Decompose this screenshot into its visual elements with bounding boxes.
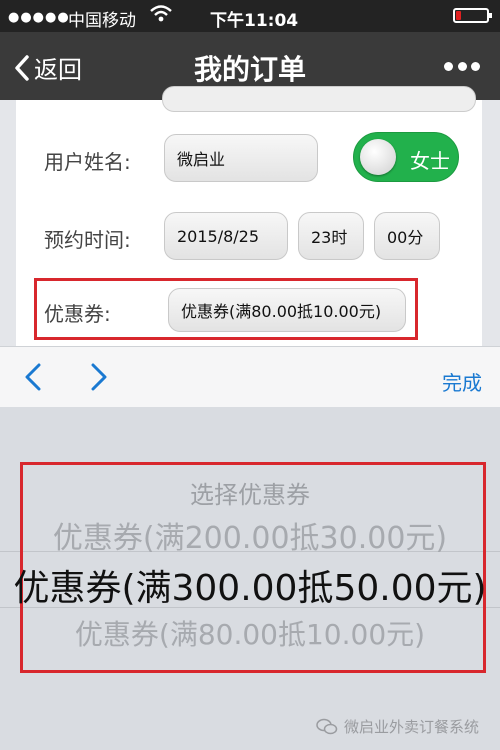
carrier-name: 中国移动 [68, 11, 136, 31]
hour-select[interactable]: 23时 [298, 212, 364, 260]
coupon-picker[interactable]: 选择优惠券 优惠券(满200.00抵30.00元) 优惠券(满300.00抵50… [0, 407, 500, 750]
status-bar: ●●●●● 中国移动 下午11:04 [0, 0, 500, 32]
done-button[interactable]: 完成 [442, 367, 482, 396]
coupon-label: 优惠券: [44, 302, 111, 326]
watermark: 微启业外卖订餐系统 [316, 716, 479, 737]
chevron-left-icon [25, 363, 41, 391]
name-input[interactable]: 微启业 [164, 134, 318, 182]
coupon-select[interactable]: 优惠券(满80.00抵10.00元) [168, 288, 406, 332]
wifi-icon [150, 4, 172, 29]
gender-toggle-label: 女士 [410, 149, 450, 173]
picker-title: 选择优惠券 [190, 481, 310, 509]
previous-field-input[interactable] [162, 86, 476, 112]
watermark-text: 微启业外卖订餐系统 [344, 718, 480, 736]
order-form: 用户姓名: 微启业 女士 预约时间: 2015/8/25 23时 00分 优惠券… [16, 86, 482, 346]
picker-option-selected[interactable]: 优惠券(满300.00抵50.00元) [0, 559, 500, 611]
name-label: 用户姓名: [44, 150, 131, 174]
minute-select[interactable]: 00分 [374, 212, 440, 260]
battery-cap [489, 13, 492, 18]
previous-field-button[interactable] [24, 363, 42, 395]
clock: 下午11:04 [210, 11, 299, 31]
next-field-button[interactable] [90, 363, 108, 395]
signal-strength-icon: ●●●●● [8, 10, 70, 25]
chevron-right-icon [91, 363, 107, 391]
battery-level [456, 11, 461, 20]
page-title: 我的订单 [193, 53, 306, 86]
gender-toggle[interactable]: 女士 [353, 132, 459, 182]
picker-toolbar: 完成 [0, 346, 500, 408]
picker-option[interactable]: 优惠券(满200.00抵30.00元) [0, 513, 500, 557]
wechat-icon [316, 718, 338, 734]
picker-option[interactable]: 优惠券(满80.00抵10.00元) [0, 613, 500, 653]
toggle-knob [360, 139, 396, 175]
more-options-icon[interactable] [444, 62, 480, 72]
date-select[interactable]: 2015/8/25 [164, 212, 288, 260]
reservation-time-label: 预约时间: [44, 228, 131, 252]
battery-icon [453, 8, 492, 23]
